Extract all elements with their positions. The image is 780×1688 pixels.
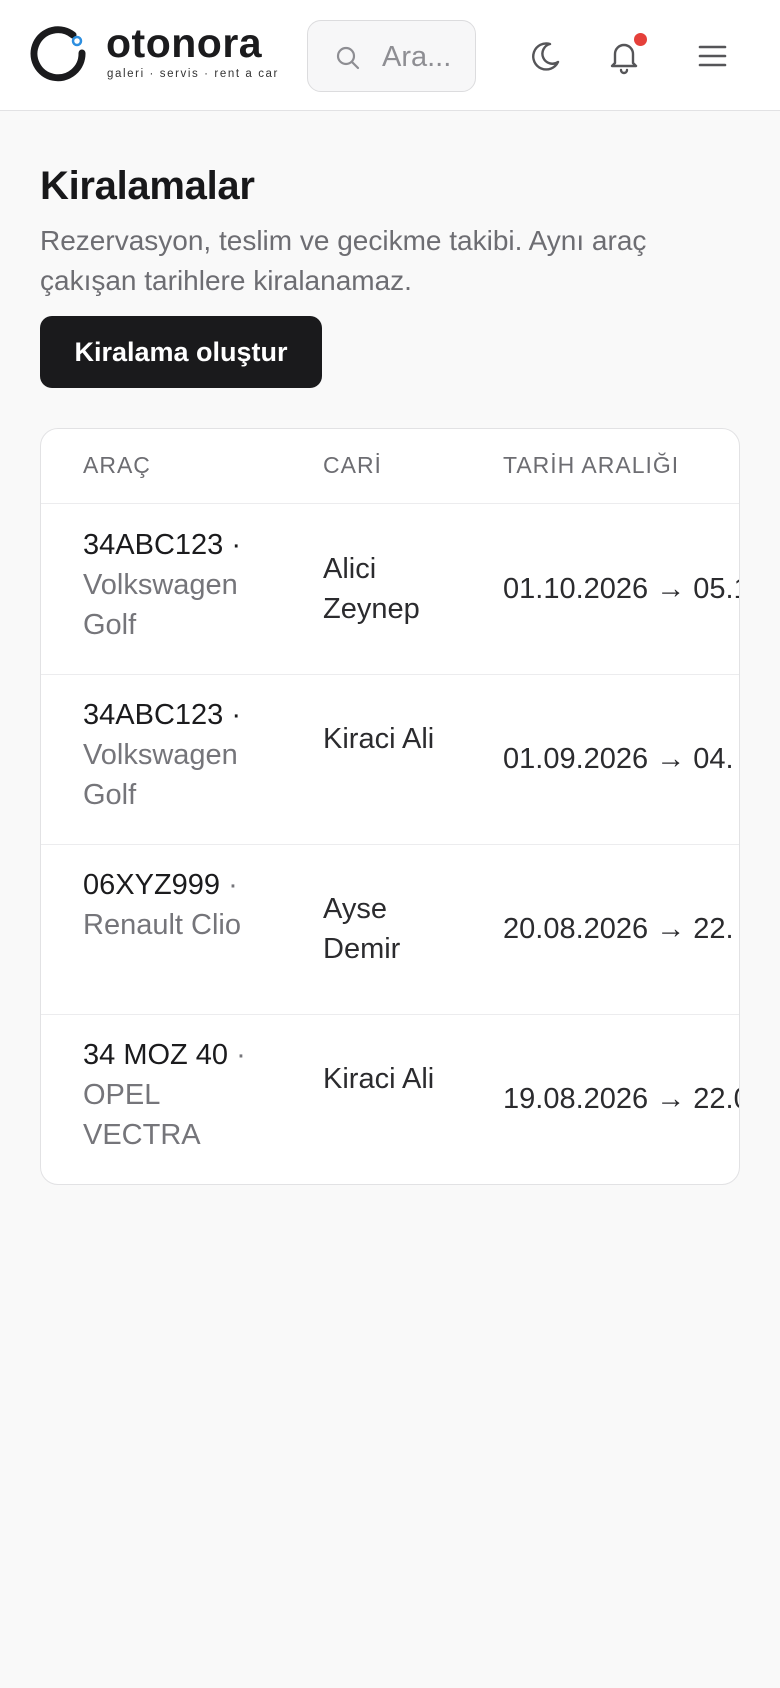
page-subtitle: Rezervasyon, teslim ve gecikme takibi. A… xyxy=(40,225,647,296)
column-header-date-range[interactable]: TARİH ARALIĞI xyxy=(503,452,679,479)
date-range-cell: 20.08.2026 → 22. xyxy=(503,913,734,945)
vehicle-cell: 06XYZ999 · Renault Clio xyxy=(83,865,283,945)
customer-cell: Ayse Demir xyxy=(323,893,401,965)
vehicle-cell: 34ABC123 · Volkswagen Golf xyxy=(83,525,283,645)
logo-tagline: galeri · servis · rent a car xyxy=(107,68,279,80)
vehicle-cell: 34ABC123 · Volkswagen Golf xyxy=(83,695,283,815)
column-header-customer[interactable]: CARİ xyxy=(323,452,382,479)
table-row[interactable]: 06XYZ999 · Renault Clio Ayse Demir 20.08… xyxy=(41,845,739,1015)
top-bar: otonora galeri · servis · rent a car Ara… xyxy=(0,0,780,111)
date-range-cell: 01.09.2026 → 04. xyxy=(503,743,734,775)
logo-name: otonora xyxy=(106,20,263,66)
theme-toggle-button[interactable] xyxy=(520,31,570,81)
table-row[interactable]: 34ABC123 · Volkswagen Golf Alici Zeynep … xyxy=(41,505,740,675)
vehicle-plate: 34ABC123 · xyxy=(83,699,241,731)
search-box[interactable]: Ara... xyxy=(307,20,476,92)
column-header-vehicle[interactable]: ARAÇ xyxy=(83,452,151,479)
notification-badge xyxy=(633,32,648,47)
create-rental-button[interactable]: Kiralama oluştur xyxy=(40,316,322,388)
notifications-button[interactable] xyxy=(599,31,649,81)
rentals-table: ARAÇ CARİ TARİH ARALIĞI 34ABC123 · Volks… xyxy=(40,428,740,1185)
menu-icon xyxy=(698,45,727,67)
customer-cell: Kiraci Ali xyxy=(323,1063,435,1095)
table-row[interactable]: 34ABC123 · Volkswagen Golf Kiraci Ali 01… xyxy=(41,675,739,845)
search-input[interactable]: Ara... xyxy=(382,41,451,74)
logo-mark-icon xyxy=(30,26,86,82)
page-title: Kiralamalar xyxy=(40,164,255,208)
table-header: ARAÇ CARİ TARİH ARALIĞI xyxy=(41,429,739,504)
menu-button[interactable] xyxy=(687,31,737,81)
vehicle-model: Volkswagen Golf xyxy=(83,569,238,641)
moon-icon xyxy=(532,42,560,71)
vehicle-model: Volkswagen Golf xyxy=(83,739,238,811)
date-range-cell: 01.10.2026 → 05.1 xyxy=(503,573,740,605)
vehicle-plate: 06XYZ999 xyxy=(83,869,221,901)
vehicle-plate: 34ABC123 · xyxy=(83,529,241,561)
date-range-cell: 19.08.2026 → 22.0 xyxy=(503,1083,740,1115)
brand-logo[interactable]: otonora galeri · servis · rent a car xyxy=(30,20,280,86)
vehicle-plate: 34 MOZ 40 xyxy=(83,1039,229,1071)
search-icon xyxy=(336,46,360,70)
customer-cell: Kiraci Ali xyxy=(323,723,435,755)
vehicle-cell: 34 MOZ 40 · OPEL VECTRA xyxy=(83,1035,283,1155)
customer-cell: Alici Zeynep xyxy=(323,553,420,625)
table-row[interactable]: 34 MOZ 40 · OPEL VECTRA Kiraci Ali 19.08… xyxy=(41,1015,740,1184)
